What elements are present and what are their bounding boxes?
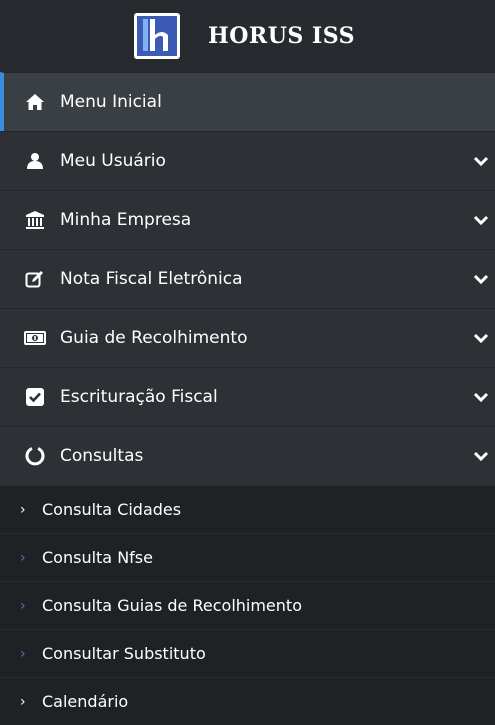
submenu-item-label: Calendário — [42, 692, 129, 711]
chevron-right-icon: › — [20, 645, 26, 662]
menu-item-label: Consultas — [60, 446, 144, 466]
menu-item-guia-recolhimento[interactable]: Guia de Recolhimento — [0, 308, 495, 367]
menu-item-minha-empresa[interactable]: Minha Empresa — [0, 190, 495, 249]
menu-item-label: Escrituração Fiscal — [60, 387, 218, 407]
submenu-item-consultar-substituto[interactable]: › Consultar Substituto — [0, 629, 495, 677]
chevron-down-icon — [473, 389, 489, 405]
chevron-down-icon — [473, 271, 489, 287]
submenu-item-label: Consulta Nfse — [42, 548, 153, 567]
edit-icon — [24, 268, 46, 290]
menu-item-label: Guia de Recolhimento — [60, 328, 248, 348]
bank-icon — [24, 209, 46, 231]
menu-item-label: Meu Usuário — [60, 151, 166, 171]
menu-item-escrituracao-fiscal[interactable]: Escrituração Fiscal — [0, 367, 495, 426]
chevron-right-icon: › — [20, 501, 26, 518]
submenu-item-label: Consulta Guias de Recolhimento — [42, 596, 302, 615]
chevron-down-icon — [473, 153, 489, 169]
submenu-item-consulta-nfse[interactable]: › Consulta Nfse — [0, 533, 495, 581]
submenu-item-calendario[interactable]: › Calendário — [0, 677, 495, 725]
sidebar: HORUS ISS Menu Inicial Meu Usuário Minha… — [0, 0, 495, 725]
brand-header[interactable]: HORUS ISS — [0, 0, 495, 72]
chevron-right-icon: › — [20, 693, 26, 710]
chevron-right-icon: › — [20, 597, 26, 614]
submenu-item-consulta-guias[interactable]: › Consulta Guias de Recolhimento — [0, 581, 495, 629]
submenu-item-consulta-cidades[interactable]: › Consulta Cidades — [0, 485, 495, 533]
brand-title: HORUS ISS — [207, 23, 356, 49]
chevron-down-icon — [473, 330, 489, 346]
menu-item-meu-usuario[interactable]: Meu Usuário — [0, 131, 495, 190]
user-icon — [24, 150, 46, 172]
consultas-submenu: › Consulta Cidades › Consulta Nfse › Con… — [0, 485, 495, 725]
horus-logo-icon — [133, 13, 180, 59]
menu-item-label: Minha Empresa — [60, 210, 192, 230]
check-square-icon — [24, 386, 46, 408]
money-icon — [24, 327, 46, 349]
menu-item-nota-fiscal[interactable]: Nota Fiscal Eletrônica — [0, 249, 495, 308]
chevron-right-icon: › — [20, 549, 26, 566]
submenu-item-label: Consultar Substituto — [42, 644, 206, 663]
chevron-down-icon — [473, 448, 489, 464]
menu-item-menu-inicial[interactable]: Menu Inicial — [0, 72, 495, 131]
menu-item-label: Nota Fiscal Eletrônica — [60, 269, 243, 289]
chevron-down-icon — [473, 212, 489, 228]
spinner-icon — [24, 445, 46, 467]
home-icon — [24, 91, 46, 113]
submenu-item-label: Consulta Cidades — [42, 500, 182, 519]
menu-item-label: Menu Inicial — [60, 92, 162, 112]
menu-item-consultas[interactable]: Consultas — [0, 426, 495, 485]
